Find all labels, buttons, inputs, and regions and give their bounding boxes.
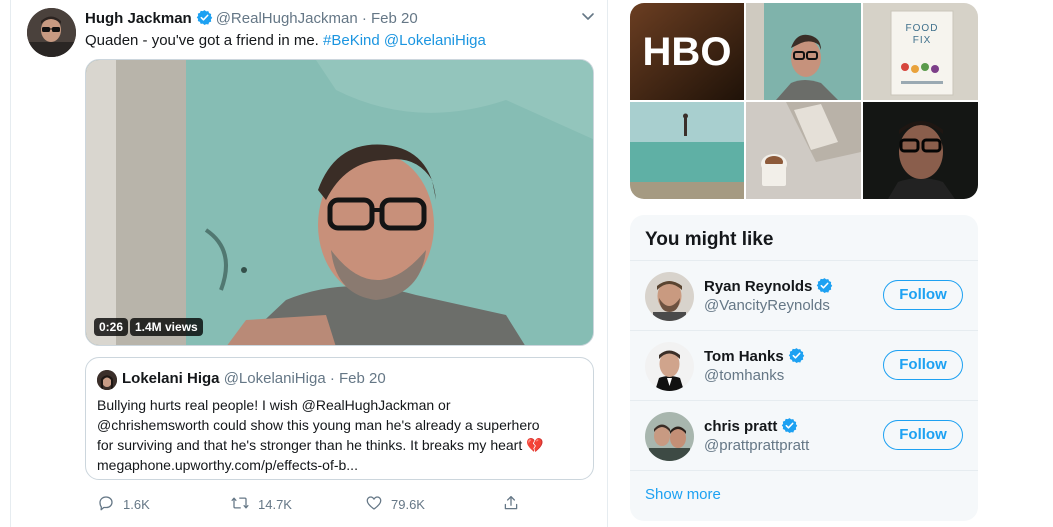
reply-icon <box>97 494 115 515</box>
quote-date: Feb 20 <box>339 370 386 387</box>
retweet-button[interactable]: 14.7K <box>230 494 292 515</box>
book-title-line-2: FIX <box>913 35 932 46</box>
author-handle[interactable]: @RealHughJackman <box>216 10 358 27</box>
verified-icon <box>781 417 798 439</box>
user-avatar[interactable] <box>645 412 694 461</box>
user-name-text: chris pratt <box>704 418 778 435</box>
user-handle: @tomhanks <box>704 367 785 384</box>
hashtag-link[interactable]: #BeKind <box>323 32 380 49</box>
separator-dot: · <box>361 10 367 27</box>
video-frame <box>86 60 593 345</box>
reply-button[interactable]: 1.6K <box>97 494 150 515</box>
retweet-icon <box>230 494 250 515</box>
user-handle: @VancityReynolds <box>704 297 830 314</box>
user-name-text: Ryan Reynolds <box>704 278 813 295</box>
heart-icon <box>365 494 383 515</box>
quote-author-name: Lokelani Higa <box>122 370 220 387</box>
show-more-link[interactable]: Show more <box>645 486 721 503</box>
quote-line: Bullying hurts real people! I wish @Real… <box>97 397 451 413</box>
quote-line: @chrishemsworth could show this young ma… <box>97 417 540 433</box>
follow-button[interactable]: Follow <box>883 420 963 450</box>
separator-dot: · <box>329 370 335 387</box>
share-button[interactable] <box>502 494 520 515</box>
suggested-user[interactable]: chris pratt @prattprattpratt Follow <box>630 400 978 470</box>
media-tile-selfie[interactable] <box>746 3 861 100</box>
tweet-text: Quaden - you've got a friend in me. #BeK… <box>85 31 486 51</box>
author-name[interactable]: Hugh Jackman <box>85 10 192 27</box>
video-player[interactable]: 0:26 1.4M views <box>85 59 594 346</box>
author-avatar[interactable] <box>27 8 76 57</box>
retweet-count: 14.7K <box>258 497 292 512</box>
quote-author-avatar <box>97 370 117 390</box>
hbo-logo: HBO <box>643 30 732 74</box>
quote-link: megaphone.upworthy.com/p/effects-of-b... <box>97 457 358 473</box>
reply-count: 1.6K <box>123 497 150 512</box>
quoted-tweet[interactable]: Lokelani Higa @LokelaniHiga · Feb 20 Bul… <box>85 357 594 480</box>
follow-button[interactable]: Follow <box>883 350 963 380</box>
user-name[interactable]: Tom Hanks <box>704 347 808 369</box>
media-tile-beach[interactable] <box>630 102 744 199</box>
suggested-user[interactable]: Ryan Reynolds @VancityReynolds Follow <box>630 260 978 330</box>
user-avatar[interactable] <box>645 272 694 321</box>
tweet: Hugh Jackman @RealHughJackman · Feb 20 Qu… <box>10 0 608 527</box>
quote-text: Bullying hurts real people! I wish @Real… <box>97 395 587 475</box>
broken-heart-emoji: 💔 <box>526 437 544 453</box>
tweet-header: Hugh Jackman @RealHughJackman · Feb 20 <box>85 9 418 31</box>
quote-line-text: for surviving and that he's stronger tha… <box>97 437 523 453</box>
verified-icon <box>788 347 805 369</box>
like-count: 79.6K <box>391 497 425 512</box>
video-duration: 0:26 <box>94 318 129 336</box>
quote-line: for surviving and that he's stronger tha… <box>97 435 587 455</box>
quote-author-handle: @LokelaniHiga <box>223 370 326 387</box>
media-tile-car[interactable] <box>863 102 978 199</box>
tweet-text-plain: Quaden - you've got a friend in me. <box>85 32 324 49</box>
tweet-date[interactable]: Feb 20 <box>371 10 418 27</box>
mention-link[interactable]: @LokelaniHiga <box>384 32 486 49</box>
user-name[interactable]: Ryan Reynolds <box>704 277 836 299</box>
quote-header: Lokelani Higa @LokelaniHiga · Feb 20 <box>122 370 386 388</box>
media-tile-book[interactable]: FOOD FIX <box>863 3 978 100</box>
user-name-text: Tom Hanks <box>704 348 784 365</box>
who-to-follow: You might like Ryan Reynolds @VancityRey… <box>630 215 978 521</box>
like-button[interactable]: 79.6K <box>365 494 425 515</box>
suggested-user[interactable]: Tom Hanks @tomhanks Follow <box>630 330 978 400</box>
verified-icon <box>196 9 213 31</box>
video-views: 1.4M views <box>130 318 203 336</box>
verified-icon <box>816 277 833 299</box>
follow-button[interactable]: Follow <box>883 280 963 310</box>
share-icon <box>502 494 520 515</box>
book-title-line-1: FOOD <box>906 23 939 34</box>
who-to-follow-title: You might like <box>645 229 774 250</box>
user-name[interactable]: chris pratt <box>704 417 801 439</box>
media-tile-coffee[interactable] <box>746 102 861 199</box>
chevron-down-icon[interactable] <box>581 8 595 31</box>
profile-media-grid: HBO FOOD FIX <box>630 3 978 199</box>
user-avatar[interactable] <box>645 342 694 391</box>
user-handle: @prattprattpratt <box>704 437 810 454</box>
media-tile-hbo[interactable]: HBO <box>630 3 744 100</box>
